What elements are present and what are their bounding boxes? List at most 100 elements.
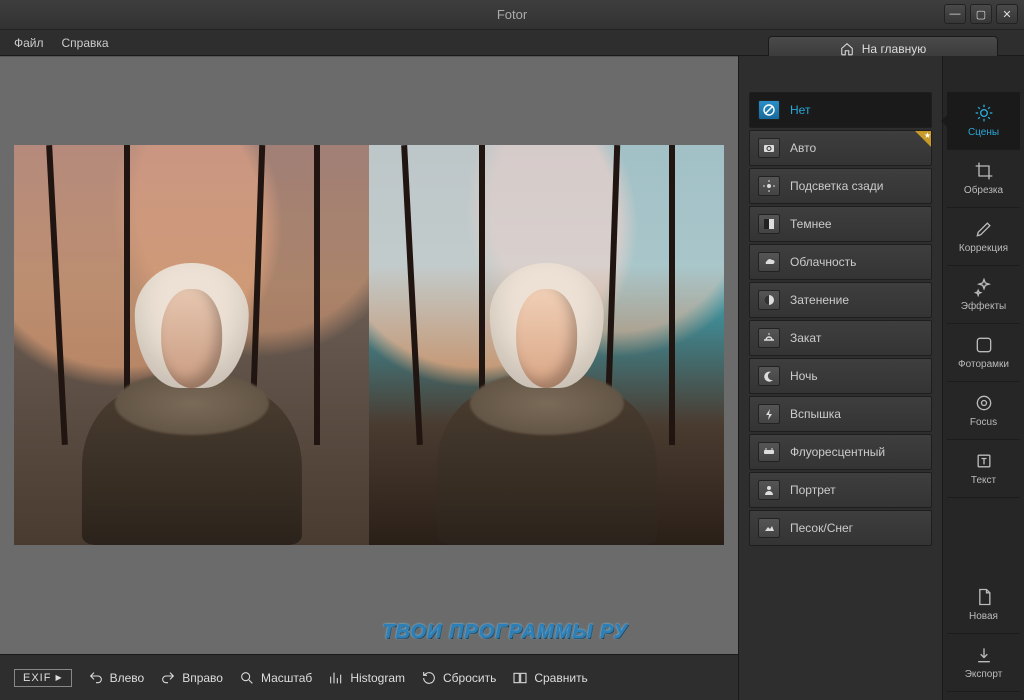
watermark-text: ТВОИ ПРОГРАММЫ РУ: [382, 621, 628, 644]
preset-label: Авто: [790, 141, 816, 155]
minimize-button[interactable]: —: [944, 4, 966, 24]
preset-darken[interactable]: Темнее: [749, 206, 932, 242]
subject-graphic: [436, 217, 656, 545]
preset-cloud[interactable]: Облачность: [749, 244, 932, 280]
window-controls: — ▢ ✕: [944, 4, 1018, 24]
tool-tab-export[interactable]: Экспорт: [947, 634, 1020, 692]
target-icon: [974, 393, 994, 413]
tool-tab-pencil[interactable]: Коррекция: [947, 208, 1020, 266]
preset-flash[interactable]: Вспышка: [749, 396, 932, 432]
tool-tab-page[interactable]: Новая: [947, 576, 1020, 634]
darken-icon: [758, 214, 780, 234]
zoom-icon: [239, 670, 255, 686]
backlight-icon: [758, 176, 780, 196]
preset-portrait[interactable]: Портрет: [749, 472, 932, 508]
maximize-button[interactable]: ▢: [970, 4, 992, 24]
preset-camera[interactable]: Авто: [749, 130, 932, 166]
reset-icon: [421, 670, 437, 686]
bottom-toolbar: EXIF▶ Влево Вправо Масштаб Histogram Сбр…: [0, 654, 738, 700]
preset-label: Облачность: [790, 255, 856, 269]
menu-file[interactable]: Файл: [14, 36, 44, 50]
exif-button[interactable]: EXIF▶: [14, 669, 72, 687]
preset-label: Темнее: [790, 217, 832, 231]
histogram-icon: [328, 670, 344, 686]
preset-fluorescent[interactable]: Флуоресцентный: [749, 434, 932, 470]
close-button[interactable]: ✕: [996, 4, 1018, 24]
image-before: [14, 145, 369, 545]
preset-label: Портрет: [790, 483, 836, 497]
rotate-right-button[interactable]: Вправо: [160, 670, 223, 686]
flash-icon: [758, 404, 780, 424]
sun-icon: [974, 103, 994, 123]
preset-none[interactable]: Нет: [749, 92, 932, 128]
cloud-icon: [758, 252, 780, 272]
tool-tab-target[interactable]: Focus: [947, 382, 1020, 440]
workspace: ТВОИ ПРОГРАММЫ РУ EXIF▶ Влево Вправо Мас…: [0, 56, 1024, 700]
tool-tab-label: Коррекция: [959, 243, 1008, 254]
preset-label: Нет: [790, 103, 810, 117]
night-icon: [758, 366, 780, 386]
preset-sand[interactable]: Песок/Снег: [749, 510, 932, 546]
image-comparison[interactable]: [14, 145, 724, 545]
portrait-icon: [758, 480, 780, 500]
tool-tab-label: Фоторамки: [958, 359, 1009, 370]
zoom-button[interactable]: Масштаб: [239, 670, 312, 686]
sand-icon: [758, 518, 780, 538]
none-icon: [758, 100, 780, 120]
tool-tab-crop[interactable]: Обрезка: [947, 150, 1020, 208]
frame-icon: [974, 335, 994, 355]
histogram-button[interactable]: Histogram: [328, 670, 405, 686]
tool-tab-label: Обрезка: [964, 185, 1003, 196]
chevron-right-icon: ▶: [55, 673, 62, 682]
preset-label: Затенение: [790, 293, 849, 307]
compare-icon: [512, 670, 528, 686]
tool-tab-label: Экспорт: [965, 669, 1003, 680]
text-icon: [974, 451, 994, 471]
preset-night[interactable]: Ночь: [749, 358, 932, 394]
page-icon: [974, 587, 994, 607]
tool-tabs: Сцены Обрезка Коррекция Эффекты Фоторамки Foc…: [942, 56, 1024, 700]
preset-list: Нет Авто Подсветка сзади Темнее Облачность За…: [749, 92, 932, 546]
home-label: На главную: [862, 42, 926, 56]
tool-tab-label: Новая: [969, 611, 998, 622]
tool-tab-label: Текст: [971, 475, 996, 486]
subject-graphic: [81, 217, 301, 545]
sunset-icon: [758, 328, 780, 348]
preset-panel: Нет Авто Подсветка сзади Темнее Облачность За…: [738, 56, 942, 700]
fluorescent-icon: [758, 442, 780, 462]
tool-tab-sparkle[interactable]: Эффекты: [947, 266, 1020, 324]
pencil-icon: [974, 219, 994, 239]
home-icon: [840, 42, 854, 56]
tool-tab-label: Focus: [970, 417, 997, 428]
tool-tab-label: Сцены: [968, 127, 999, 138]
preset-label: Песок/Снег: [790, 521, 853, 535]
star-badge: [915, 131, 931, 147]
preset-backlight[interactable]: Подсветка сзади: [749, 168, 932, 204]
preset-label: Вспышка: [790, 407, 841, 421]
menu-help[interactable]: Справка: [62, 36, 109, 50]
sparkle-icon: [974, 277, 994, 297]
crop-icon: [974, 161, 994, 181]
image-after: [369, 145, 724, 545]
tool-tab-frame[interactable]: Фоторамки: [947, 324, 1020, 382]
preset-label: Флуоресцентный: [790, 445, 885, 459]
canvas-area: ТВОИ ПРОГРАММЫ РУ EXIF▶ Влево Вправо Мас…: [0, 56, 738, 700]
preset-shade[interactable]: Затенение: [749, 282, 932, 318]
shade-icon: [758, 290, 780, 310]
tool-tab-sun[interactable]: Сцены: [947, 92, 1020, 150]
title-bar: Fotor — ▢ ✕: [0, 0, 1024, 30]
export-icon: [974, 645, 994, 665]
preset-label: Закат: [790, 331, 821, 345]
preset-label: Подсветка сзади: [790, 179, 883, 193]
tool-tab-label: Эффекты: [961, 301, 1006, 312]
camera-icon: [758, 138, 780, 158]
rotate-left-button[interactable]: Влево: [88, 670, 145, 686]
app-title: Fotor: [497, 7, 527, 22]
reset-button[interactable]: Сбросить: [421, 670, 496, 686]
preset-sunset[interactable]: Закат: [749, 320, 932, 356]
rotate-right-icon: [160, 670, 176, 686]
rotate-left-icon: [88, 670, 104, 686]
preset-label: Ночь: [790, 369, 818, 383]
compare-button[interactable]: Сравнить: [512, 670, 587, 686]
tool-tab-text[interactable]: Текст: [947, 440, 1020, 498]
